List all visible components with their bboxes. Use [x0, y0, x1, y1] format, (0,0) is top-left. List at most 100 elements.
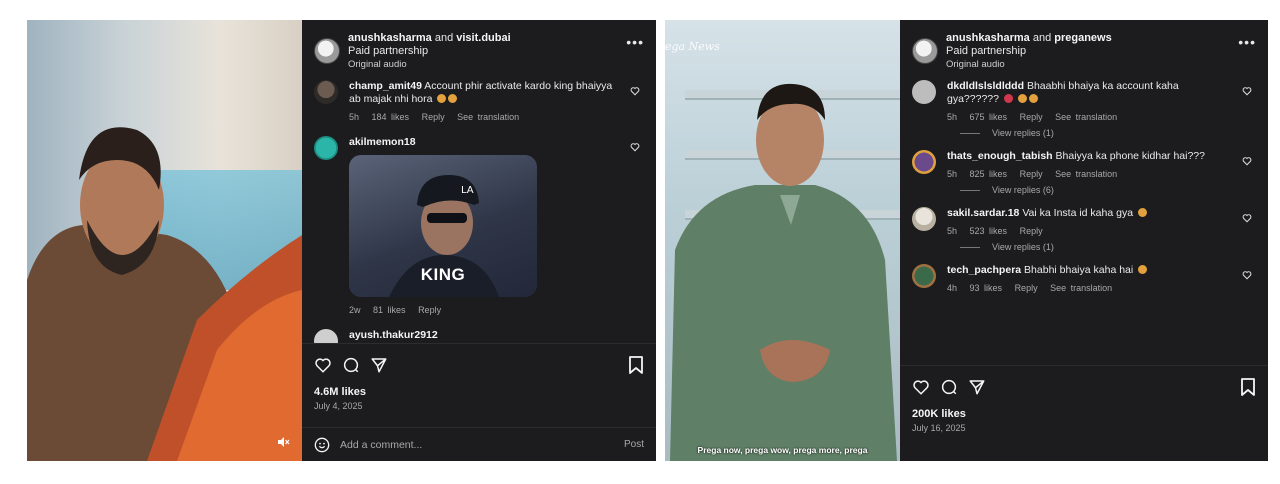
video-subtitle: Prega now, prega wow, prega more, prega	[697, 445, 868, 455]
header-user1[interactable]: anushkasharma	[946, 32, 1030, 44]
see-translation-button[interactable]: See translation	[1050, 283, 1112, 293]
comment: thats_enough_tabish Bhaiyya ka phone kid…	[912, 150, 1256, 179]
comment-username[interactable]: tech_pachpera	[947, 264, 1021, 276]
comment-input[interactable]	[340, 438, 624, 451]
comment-username[interactable]: dkdldlslsldlddd	[947, 80, 1024, 92]
see-translation-button[interactable]: See translation	[457, 112, 519, 122]
left-post-panel: anushkasharma and visit.dubai Paid partn…	[302, 20, 656, 461]
heart-icon[interactable]	[1242, 270, 1252, 280]
heart-icon[interactable]	[630, 142, 640, 152]
comment-likes[interactable]: 523 likes	[970, 226, 1008, 236]
avatar[interactable]	[314, 80, 338, 104]
comment: tech_pachpera Bhabhi bhaiya kaha hai 4h …	[912, 264, 1256, 293]
header-user2[interactable]: visit.dubai	[456, 32, 510, 44]
brand-watermark: ega News	[665, 40, 720, 53]
gif-caption: KING	[420, 265, 466, 284]
video-person	[670, 83, 897, 461]
see-translation-button[interactable]: See translation	[1055, 169, 1117, 179]
reply-button[interactable]: Reply	[418, 305, 441, 315]
share-icon[interactable]	[968, 378, 986, 396]
reply-button[interactable]: Reply	[1020, 226, 1043, 236]
avatar[interactable]	[912, 207, 936, 231]
comment-likes[interactable]: 93 likes	[970, 283, 1003, 293]
avatar[interactable]	[314, 136, 338, 160]
avatar[interactable]	[912, 264, 936, 288]
likes-count[interactable]: 4.6M likes	[314, 386, 644, 398]
post-date: July 16, 2025	[912, 423, 966, 433]
comment-likes[interactable]: 184 likes	[372, 112, 410, 122]
comment-icon[interactable]	[342, 356, 360, 374]
view-replies-button[interactable]: View replies (6)	[960, 185, 1256, 195]
paid-partnership[interactable]: Paid partnership	[348, 45, 511, 58]
comment: dkdldlslsldlddd Bhaabhi bhaiya ka accoun…	[912, 80, 1256, 122]
post-date: July 4, 2025	[314, 401, 363, 411]
comments-list[interactable]: dkdldlslsldlddd Bhaabhi bhaiya ka accoun…	[900, 80, 1268, 365]
comment-text: Bhaiyya ka phone kidhar hai???	[1055, 150, 1205, 162]
avatar[interactable]	[314, 329, 338, 343]
comment: akilmemon18 LA KING 2w 81 likes Reply	[314, 136, 644, 315]
heart-icon[interactable]	[1242, 156, 1252, 166]
comment-likes[interactable]: 825 likes	[970, 169, 1008, 179]
comment-likes[interactable]: 675 likes	[970, 112, 1008, 122]
share-icon[interactable]	[370, 356, 388, 374]
emoji-icon	[1137, 208, 1147, 217]
post-header: anushkasharma and visit.dubai Paid partn…	[302, 20, 656, 80]
post-button[interactable]: Post	[624, 439, 644, 450]
mute-icon[interactable]	[276, 435, 290, 449]
reply-button[interactable]: Reply	[1020, 169, 1043, 179]
audio-label[interactable]: Original audio	[946, 58, 1112, 71]
avatar[interactable]	[912, 38, 938, 64]
comments-list[interactable]: champ_amit49 Account phir activate kardo…	[302, 80, 656, 343]
video-person	[27, 127, 302, 461]
reply-button[interactable]: Reply	[1015, 283, 1038, 293]
header-user1[interactable]: anushkasharma	[348, 32, 432, 44]
left-post-video[interactable]	[27, 20, 302, 461]
comment: ayush.thakur2912	[314, 329, 644, 343]
view-replies-button[interactable]: View replies (1)	[960, 242, 1256, 252]
comment-username[interactable]: sakil.sardar.18	[947, 207, 1019, 219]
svg-text:LA: LA	[461, 185, 474, 196]
heart-icon[interactable]	[1242, 213, 1252, 223]
emoji-icon	[437, 94, 447, 103]
emoji-icon	[1138, 265, 1148, 274]
header-user2[interactable]: preganews	[1054, 32, 1111, 44]
right-post: ega News Prega now, prega wow, prega mor…	[665, 20, 1268, 461]
heart-icon[interactable]	[912, 378, 930, 396]
see-translation-button[interactable]: See translation	[1055, 112, 1117, 122]
avatar[interactable]	[912, 150, 936, 174]
post-actions: 200K likes July 16, 2025	[900, 365, 1268, 461]
comment-username[interactable]: champ_amit49	[349, 80, 422, 92]
right-post-video[interactable]: ega News Prega now, prega wow, prega mor…	[665, 20, 900, 461]
emoji-icon	[1003, 94, 1013, 103]
comment-username[interactable]: ayush.thakur2912	[349, 329, 438, 341]
right-post-panel: anushkasharma and preganews Paid partner…	[900, 20, 1268, 461]
gif-sticker[interactable]: LA KING	[349, 155, 537, 297]
avatar[interactable]	[912, 80, 936, 104]
comment-icon[interactable]	[940, 378, 958, 396]
bookmark-icon[interactable]	[628, 356, 644, 374]
emoji-icon	[1028, 94, 1038, 103]
emoji-icon	[448, 94, 458, 103]
heart-icon[interactable]	[630, 86, 640, 96]
avatar[interactable]	[314, 38, 340, 64]
comment-likes[interactable]: 81 likes	[373, 305, 406, 315]
comment-username[interactable]: akilmemon18	[349, 136, 416, 148]
more-icon[interactable]: •••	[626, 35, 644, 49]
comment-username[interactable]: thats_enough_tabish	[947, 150, 1053, 162]
reply-button[interactable]: Reply	[1020, 112, 1043, 122]
bookmark-icon[interactable]	[1240, 378, 1256, 396]
paid-partnership[interactable]: Paid partnership	[946, 45, 1112, 58]
emoji-icon[interactable]	[314, 437, 330, 453]
likes-count[interactable]: 200K likes	[912, 408, 1256, 420]
more-icon[interactable]: •••	[1238, 35, 1256, 49]
heart-icon[interactable]	[1242, 86, 1252, 96]
view-replies-button[interactable]: View replies (1)	[960, 128, 1256, 138]
add-comment-bar: Post	[302, 427, 656, 461]
comment: sakil.sardar.18 Vai ka Insta id kaha gya…	[912, 207, 1256, 236]
video-background	[27, 20, 302, 461]
heart-icon[interactable]	[314, 356, 332, 374]
audio-label[interactable]: Original audio	[348, 58, 511, 71]
emoji-icon	[1017, 94, 1027, 103]
reply-button[interactable]: Reply	[422, 112, 445, 122]
comment: champ_amit49 Account phir activate kardo…	[314, 80, 644, 122]
